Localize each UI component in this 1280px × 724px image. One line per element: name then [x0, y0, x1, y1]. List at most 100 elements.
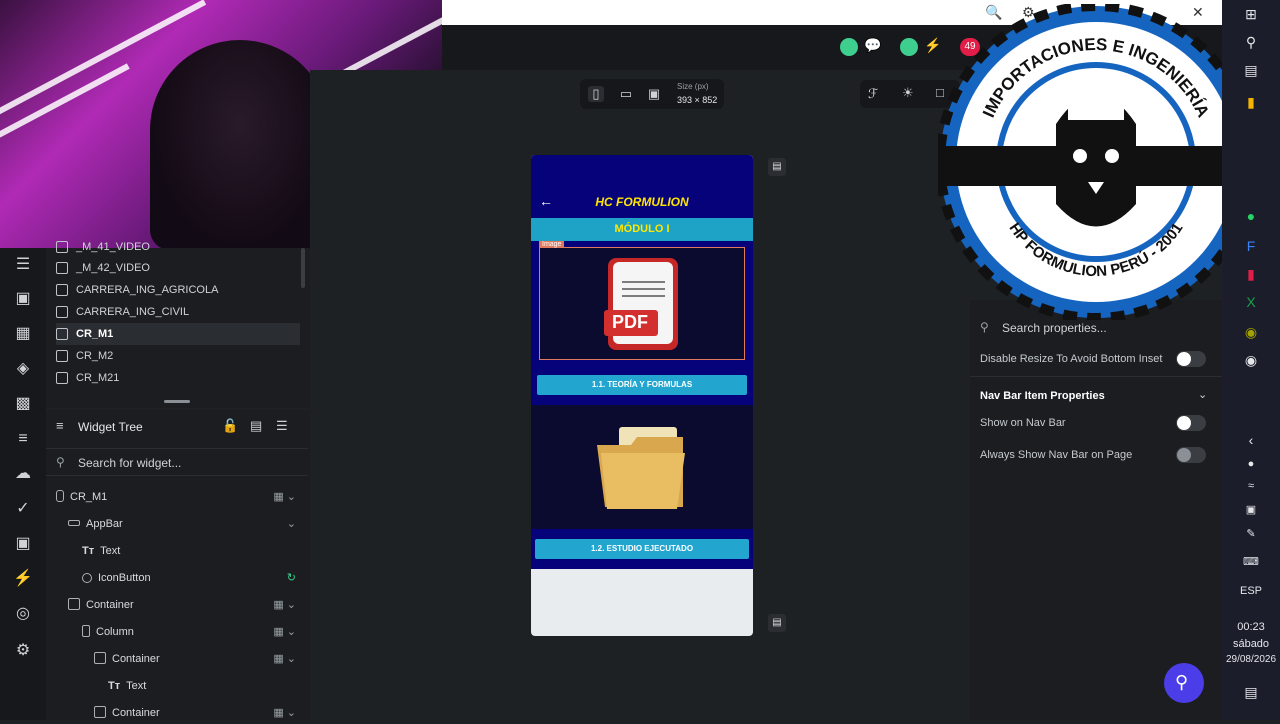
page-item[interactable]: CARRERA_ING_AGRICOLA — [56, 279, 300, 301]
tree-node-container[interactable]: Container ▦ ⌄ — [94, 648, 306, 670]
bottom-sheet-icon[interactable]: ▤ — [768, 614, 786, 632]
phone-view-icon[interactable]: ▯ — [588, 86, 604, 102]
clock-time[interactable]: 00:23 — [1222, 621, 1280, 633]
node-label: Column — [96, 626, 134, 638]
tree-node-iconbutton[interactable]: IconButton ↻ — [82, 567, 306, 589]
language-indicator[interactable]: ESP — [1222, 585, 1280, 597]
node-label: IconButton — [98, 572, 151, 584]
folder-icon[interactable] — [591, 421, 691, 517]
app-icon[interactable]: F — [1222, 238, 1280, 254]
check-icon[interactable] — [900, 38, 918, 56]
tree-node-container[interactable]: Container ▦ ⌄ — [94, 702, 306, 724]
page-label: _M_42_VIDEO — [76, 262, 150, 274]
tree-node-page[interactable]: CR_M1 ▦ ⌄ — [56, 486, 306, 508]
page-list: _M_41_VIDEO _M_42_VIDEO CARRERA_ING_AGRI… — [46, 241, 310, 408]
page-item[interactable]: _M_41_VIDEO — [56, 236, 300, 258]
node-label: Container — [112, 707, 160, 719]
cloud-icon[interactable]: ☁ — [12, 463, 34, 485]
api-icon[interactable]: ✓ — [12, 498, 34, 520]
page-item-selected[interactable]: CR_M1 — [56, 323, 300, 345]
page-label: CR_M1 — [76, 328, 114, 340]
page-item[interactable]: _M_42_VIDEO — [56, 257, 300, 279]
folder-icon[interactable]: ▮ — [1222, 94, 1280, 111]
wifi-icon[interactable]: ≈ — [1222, 480, 1280, 492]
collapse-icon[interactable]: ▤ — [250, 418, 262, 434]
store-icon[interactable]: ▣ — [12, 533, 34, 555]
tree-node-text[interactable]: Tт Text — [82, 540, 306, 562]
settings-icon[interactable]: ⚙ — [12, 640, 34, 662]
page-item[interactable]: CR_M21 — [56, 367, 300, 389]
chevron-down-icon[interactable]: ⌄ — [1198, 388, 1207, 401]
section-theory: PDF Image 1.1. TEORÍA Y FORMULAS — [531, 241, 753, 405]
security-icon[interactable]: ▣ — [1222, 503, 1280, 516]
tree-node-column[interactable]: Column ▦ ⌄ — [82, 621, 306, 643]
comment-icon[interactable]: 💬 — [864, 37, 881, 54]
resize-handle[interactable] — [164, 400, 190, 403]
tree-node-text[interactable]: Tт Text — [108, 675, 306, 697]
always-show-nav-toggle[interactable] — [1176, 447, 1206, 463]
pdf-image[interactable]: PDF — [539, 247, 745, 360]
microphone-icon[interactable]: ● — [1222, 458, 1280, 470]
page-item[interactable]: CARRERA_ING_CIVIL — [56, 301, 300, 323]
whatsapp-icon[interactable]: ● — [1222, 208, 1280, 224]
bolt-icon[interactable]: ⚡ — [12, 568, 34, 590]
filter-icon[interactable]: ☰ — [276, 418, 288, 434]
chrome-icon[interactable]: ◉ — [1222, 324, 1280, 341]
storyboard-icon[interactable]: ☰ — [12, 254, 34, 276]
disable-resize-row: Disable Resize To Avoid Bottom Inset — [980, 349, 1212, 369]
app-bar: ← HC FORMULION — [531, 155, 753, 218]
font-icon[interactable]: ℱ — [868, 86, 878, 102]
components-icon[interactable]: ▦ — [12, 323, 34, 345]
scrollbar[interactable] — [301, 248, 305, 288]
tree-node-container[interactable]: Container ▦ ⌄ — [68, 594, 306, 616]
windows-taskbar: ⊞ ⚲ ▤ ▮ ● F ▮ X ◉ ◉ ‹ ● ≈ ▣ ✎ ⌨ ESP 00:2… — [1222, 0, 1280, 720]
task-view-icon[interactable]: ▤ — [1222, 62, 1280, 79]
search-icon[interactable]: ⚲ — [1222, 34, 1280, 51]
phone-preview[interactable]: ← HC FORMULION MÓDULO I PDF Image 1.1. T… — [531, 155, 753, 636]
divider — [970, 376, 1222, 377]
obs-icon[interactable]: ◉ — [1222, 352, 1280, 369]
layers-icon[interactable]: ◈ — [12, 358, 34, 380]
widget-tree-panel: ≡ Widget Tree 🔓 ▤ ☰ ⚲ Search for widget.… — [46, 410, 310, 720]
search-icon: ⚲ — [56, 455, 65, 469]
page-label: _M_41_VIDEO — [76, 241, 150, 253]
appbar-title: HC FORMULION — [595, 195, 689, 209]
widget-tree-title: Widget Tree — [78, 420, 143, 434]
show-nav-bar-toggle[interactable] — [1176, 415, 1206, 431]
check-icon[interactable] — [840, 38, 858, 56]
windows-icon[interactable]: ⊞ — [1222, 6, 1280, 23]
module-title: MÓDULO I — [531, 218, 753, 241]
light-mode-icon[interactable]: ☀ — [902, 85, 914, 101]
list-icon[interactable]: ≡ — [12, 428, 34, 450]
keyboard-icon[interactable]: ▤ — [768, 158, 786, 176]
disable-resize-toggle[interactable] — [1176, 351, 1206, 367]
page-label: CARRERA_ING_AGRICOLA — [76, 284, 219, 296]
tree-node-appbar[interactable]: AppBar ⌄ — [68, 513, 306, 535]
page-label: CR_M2 — [76, 350, 114, 362]
chevron-left-icon[interactable]: ‹ — [1222, 432, 1280, 448]
study-button[interactable]: 1.2. ESTUDIO EJECUTADO — [535, 539, 749, 559]
clock-date: 29/08/2026 — [1225, 654, 1277, 665]
keyboard-icon[interactable]: ⌨ — [1222, 555, 1280, 568]
pages-icon[interactable]: ▣ — [12, 288, 34, 310]
notifications-icon[interactable]: ▤ — [1222, 684, 1280, 701]
size-label: Size (px) — [677, 82, 709, 91]
section-study: 1.2. ESTUDIO EJECUTADO — [531, 405, 753, 569]
tablet-view-icon[interactable]: ▭ — [618, 86, 634, 102]
tree-icon: ≡ — [56, 418, 64, 433]
page-item[interactable]: CR_M2 — [56, 345, 300, 367]
widget-search-input[interactable]: ⚲ Search for widget... — [46, 448, 308, 476]
search-fab[interactable]: ⚲ — [1164, 663, 1204, 703]
clock-day: sábado — [1232, 638, 1270, 650]
pdf-app-icon[interactable]: ▮ — [1222, 266, 1280, 283]
desktop-view-icon[interactable]: ▣ — [646, 86, 662, 102]
always-show-nav-row: Always Show Nav Bar on Page — [980, 445, 1212, 465]
lock-icon[interactable]: 🔓 — [222, 418, 238, 434]
pen-icon[interactable]: ✎ — [1222, 527, 1280, 540]
node-label: Text — [126, 680, 147, 692]
node-label: Container — [86, 599, 134, 611]
theory-button[interactable]: 1.1. TEORÍA Y FORMULAS — [537, 375, 747, 395]
media-icon[interactable]: ▩ — [12, 393, 34, 415]
excel-icon[interactable]: X — [1222, 294, 1280, 310]
theme-icon[interactable]: ◎ — [12, 603, 34, 625]
